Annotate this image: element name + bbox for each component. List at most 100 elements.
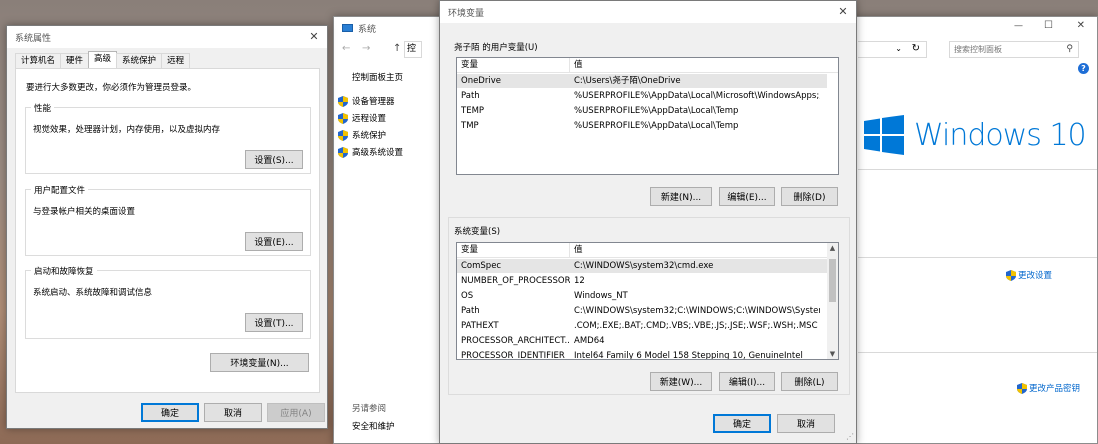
ok-button[interactable]: 确定 [713,414,771,433]
sidebar-item-label: 系统保护 [352,131,387,141]
list-header: 变量 值 [457,58,838,73]
startup-settings-button[interactable]: 设置(T)... [245,313,303,332]
cancel-button[interactable]: 取消 [204,403,262,422]
shield-icon [1017,382,1027,394]
forward-button[interactable]: → [362,43,370,54]
variable-value: %USERPROFILE%\AppData\Local\Temp [574,121,739,131]
windows-flag-icon [864,115,904,155]
windows-logo: Windows 10 [864,115,1087,155]
tab-computer-name[interactable]: 计算机名 [15,53,62,68]
back-button[interactable]: ← [342,43,350,54]
variable-name: NUMBER_OF_PROCESSORS [461,276,570,286]
variable-name: PATHEXT [461,321,499,331]
sysprop-titlebar[interactable]: 系统属性 ✕ [7,26,327,48]
link-label: 更改设置 [1018,271,1053,281]
close-button[interactable]: ✕ [307,30,321,44]
search-placeholder: 搜索控制面板 [954,45,1002,54]
system-variables-list[interactable]: 变量 值 ComSpec C:\WINDOWS\system32\cmd.exe… [456,242,839,360]
change-product-key-link[interactable]: 更改产品密钥 [1017,382,1080,394]
scroll-thumb[interactable] [829,259,836,302]
group-title: 用户配置文件 [31,184,89,196]
vertical-scrollbar[interactable]: ▲ ▼ [827,243,838,359]
user-delete-button[interactable]: 删除(D) [781,187,838,206]
system-edit-button[interactable]: 编辑(I)... [719,372,775,391]
sidebar-item-remote[interactable]: 远程设置 [338,112,386,124]
scroll-down-icon[interactable]: ▼ [827,350,838,358]
up-button[interactable]: ↑ [393,43,401,54]
table-row[interactable]: TEMP %USERPROFILE%\AppData\Local\Temp [457,104,827,118]
advanced-tab-panel: 要进行大多数更改，你必须作为管理员登录。 性能 视觉效果，处理器计划，内存使用，… [15,68,320,393]
table-row[interactable]: PROCESSOR_IDENTIFIER Intel64 Family 6 Mo… [457,349,827,359]
tab-remote[interactable]: 远程 [161,53,191,68]
change-settings-link[interactable]: 更改设置 [1006,269,1052,281]
system-new-button[interactable]: 新建(W)... [650,372,712,391]
group-title: 性能 [31,102,55,114]
tab-hardware[interactable]: 硬件 [60,53,90,68]
environment-variables-button[interactable]: 环境变量(N)... [210,353,309,372]
divider [858,352,1097,353]
table-row[interactable]: Path C:\WINDOWS\system32;C:\WINDOWS;C:\W… [457,304,827,318]
sidebar-item-device-manager[interactable]: 设备管理器 [338,95,395,107]
variable-name: TMP [461,121,479,131]
environment-variables-window: 环境变量 ✕ 尧子陌 的用户变量(U) 变量 值 OneDrive C:\Use… [439,0,857,444]
env-titlebar[interactable]: 环境变量 ✕ [440,1,856,23]
user-variables-list[interactable]: 变量 值 OneDrive C:\Users\尧子陌\OneDrive Path… [456,57,839,175]
table-row[interactable]: TMP %USERPROFILE%\AppData\Local\Temp [457,119,827,133]
breadcrumb[interactable]: 控 [404,41,422,58]
user-edit-button[interactable]: 编辑(E)... [719,187,775,206]
table-row[interactable]: Path %USERPROFILE%\AppData\Local\Microso… [457,89,827,103]
column-header-value[interactable]: 值 [570,58,838,72]
shield-icon [338,129,348,141]
search-input[interactable]: 搜索控制面板 ⚲ [949,41,1079,58]
chevron-down-icon[interactable]: ⌄ [895,44,902,53]
table-row[interactable]: PROCESSOR_ARCHITECT... AMD64 [457,334,827,348]
shield-icon [338,95,348,107]
table-row[interactable]: OneDrive C:\Users\尧子陌\OneDrive [457,74,827,88]
variable-name: TEMP [461,106,485,116]
sidebar-home-link[interactable]: 控制面板主页 [352,71,403,83]
apply-button[interactable]: 应用(A) [267,403,325,422]
resize-grip-icon[interactable]: ⋰ [846,432,854,441]
window-title: 环境变量 [448,8,485,19]
table-row[interactable]: OS Windows_NT [457,289,827,303]
window-title: 系统属性 [15,33,52,44]
shield-icon [338,112,348,124]
startup-recovery-group: 启动和故障恢复 系统启动、系统故障和调试信息 设置(T)... [25,265,311,339]
group-description: 与登录帐户相关的桌面设置 [33,207,136,217]
address-bar-right: ⌄ ↻ [858,41,927,58]
table-row[interactable]: NUMBER_OF_PROCESSORS 12 [457,274,827,288]
column-header-variable[interactable]: 变量 [457,58,570,72]
tab-advanced[interactable]: 高级 [88,51,118,68]
system-properties-window: 系统属性 ✕ 计算机名 硬件 高级 系统保护 远程 要进行大多数更改，你必须作为… [6,25,328,429]
sidebar-item-advanced[interactable]: 高级系统设置 [338,146,403,158]
help-icon[interactable]: ? [1078,63,1089,74]
user-new-button[interactable]: 新建(N)... [650,187,712,206]
variable-name: PROCESSOR_ARCHITECT... [461,336,570,346]
refresh-icon[interactable]: ↻ [912,43,920,54]
cancel-button[interactable]: 取消 [777,414,835,433]
variable-value: 12 [574,276,585,286]
close-button[interactable]: ✕ [836,5,850,19]
maximize-button[interactable]: ☐ [1044,20,1053,31]
column-header-variable[interactable]: 变量 [457,243,570,257]
variable-name: ComSpec [461,261,502,271]
column-header-value[interactable]: 值 [570,243,838,257]
minimize-button[interactable]: — [1014,21,1023,31]
performance-settings-button[interactable]: 设置(S)... [245,150,303,169]
list-header: 变量 值 [457,243,838,258]
group-title: 启动和故障恢复 [31,265,97,277]
table-row[interactable]: ComSpec C:\WINDOWS\system32\cmd.exe [457,259,827,273]
variable-name: OS [461,291,474,301]
tab-strip: 计算机名 硬件 高级 系统保护 远程 [15,51,191,68]
sidebar-item-protection[interactable]: 系统保护 [338,129,386,141]
security-maintenance-link[interactable]: 安全和维护 [352,420,395,432]
group-description: 视觉效果，处理器计划，内存使用，以及虚拟内存 [33,125,221,135]
close-button[interactable]: ✕ [1077,20,1085,31]
system-delete-button[interactable]: 删除(L) [781,372,838,391]
profile-settings-button[interactable]: 设置(E)... [245,232,303,251]
tab-system-protection[interactable]: 系统保护 [116,53,163,68]
table-row[interactable]: PATHEXT .COM;.EXE;.BAT;.CMD;.VBS;.VBE;.J… [457,319,827,333]
scroll-up-icon[interactable]: ▲ [827,244,838,252]
window-title: 系统 [358,24,377,35]
ok-button[interactable]: 确定 [141,403,199,422]
